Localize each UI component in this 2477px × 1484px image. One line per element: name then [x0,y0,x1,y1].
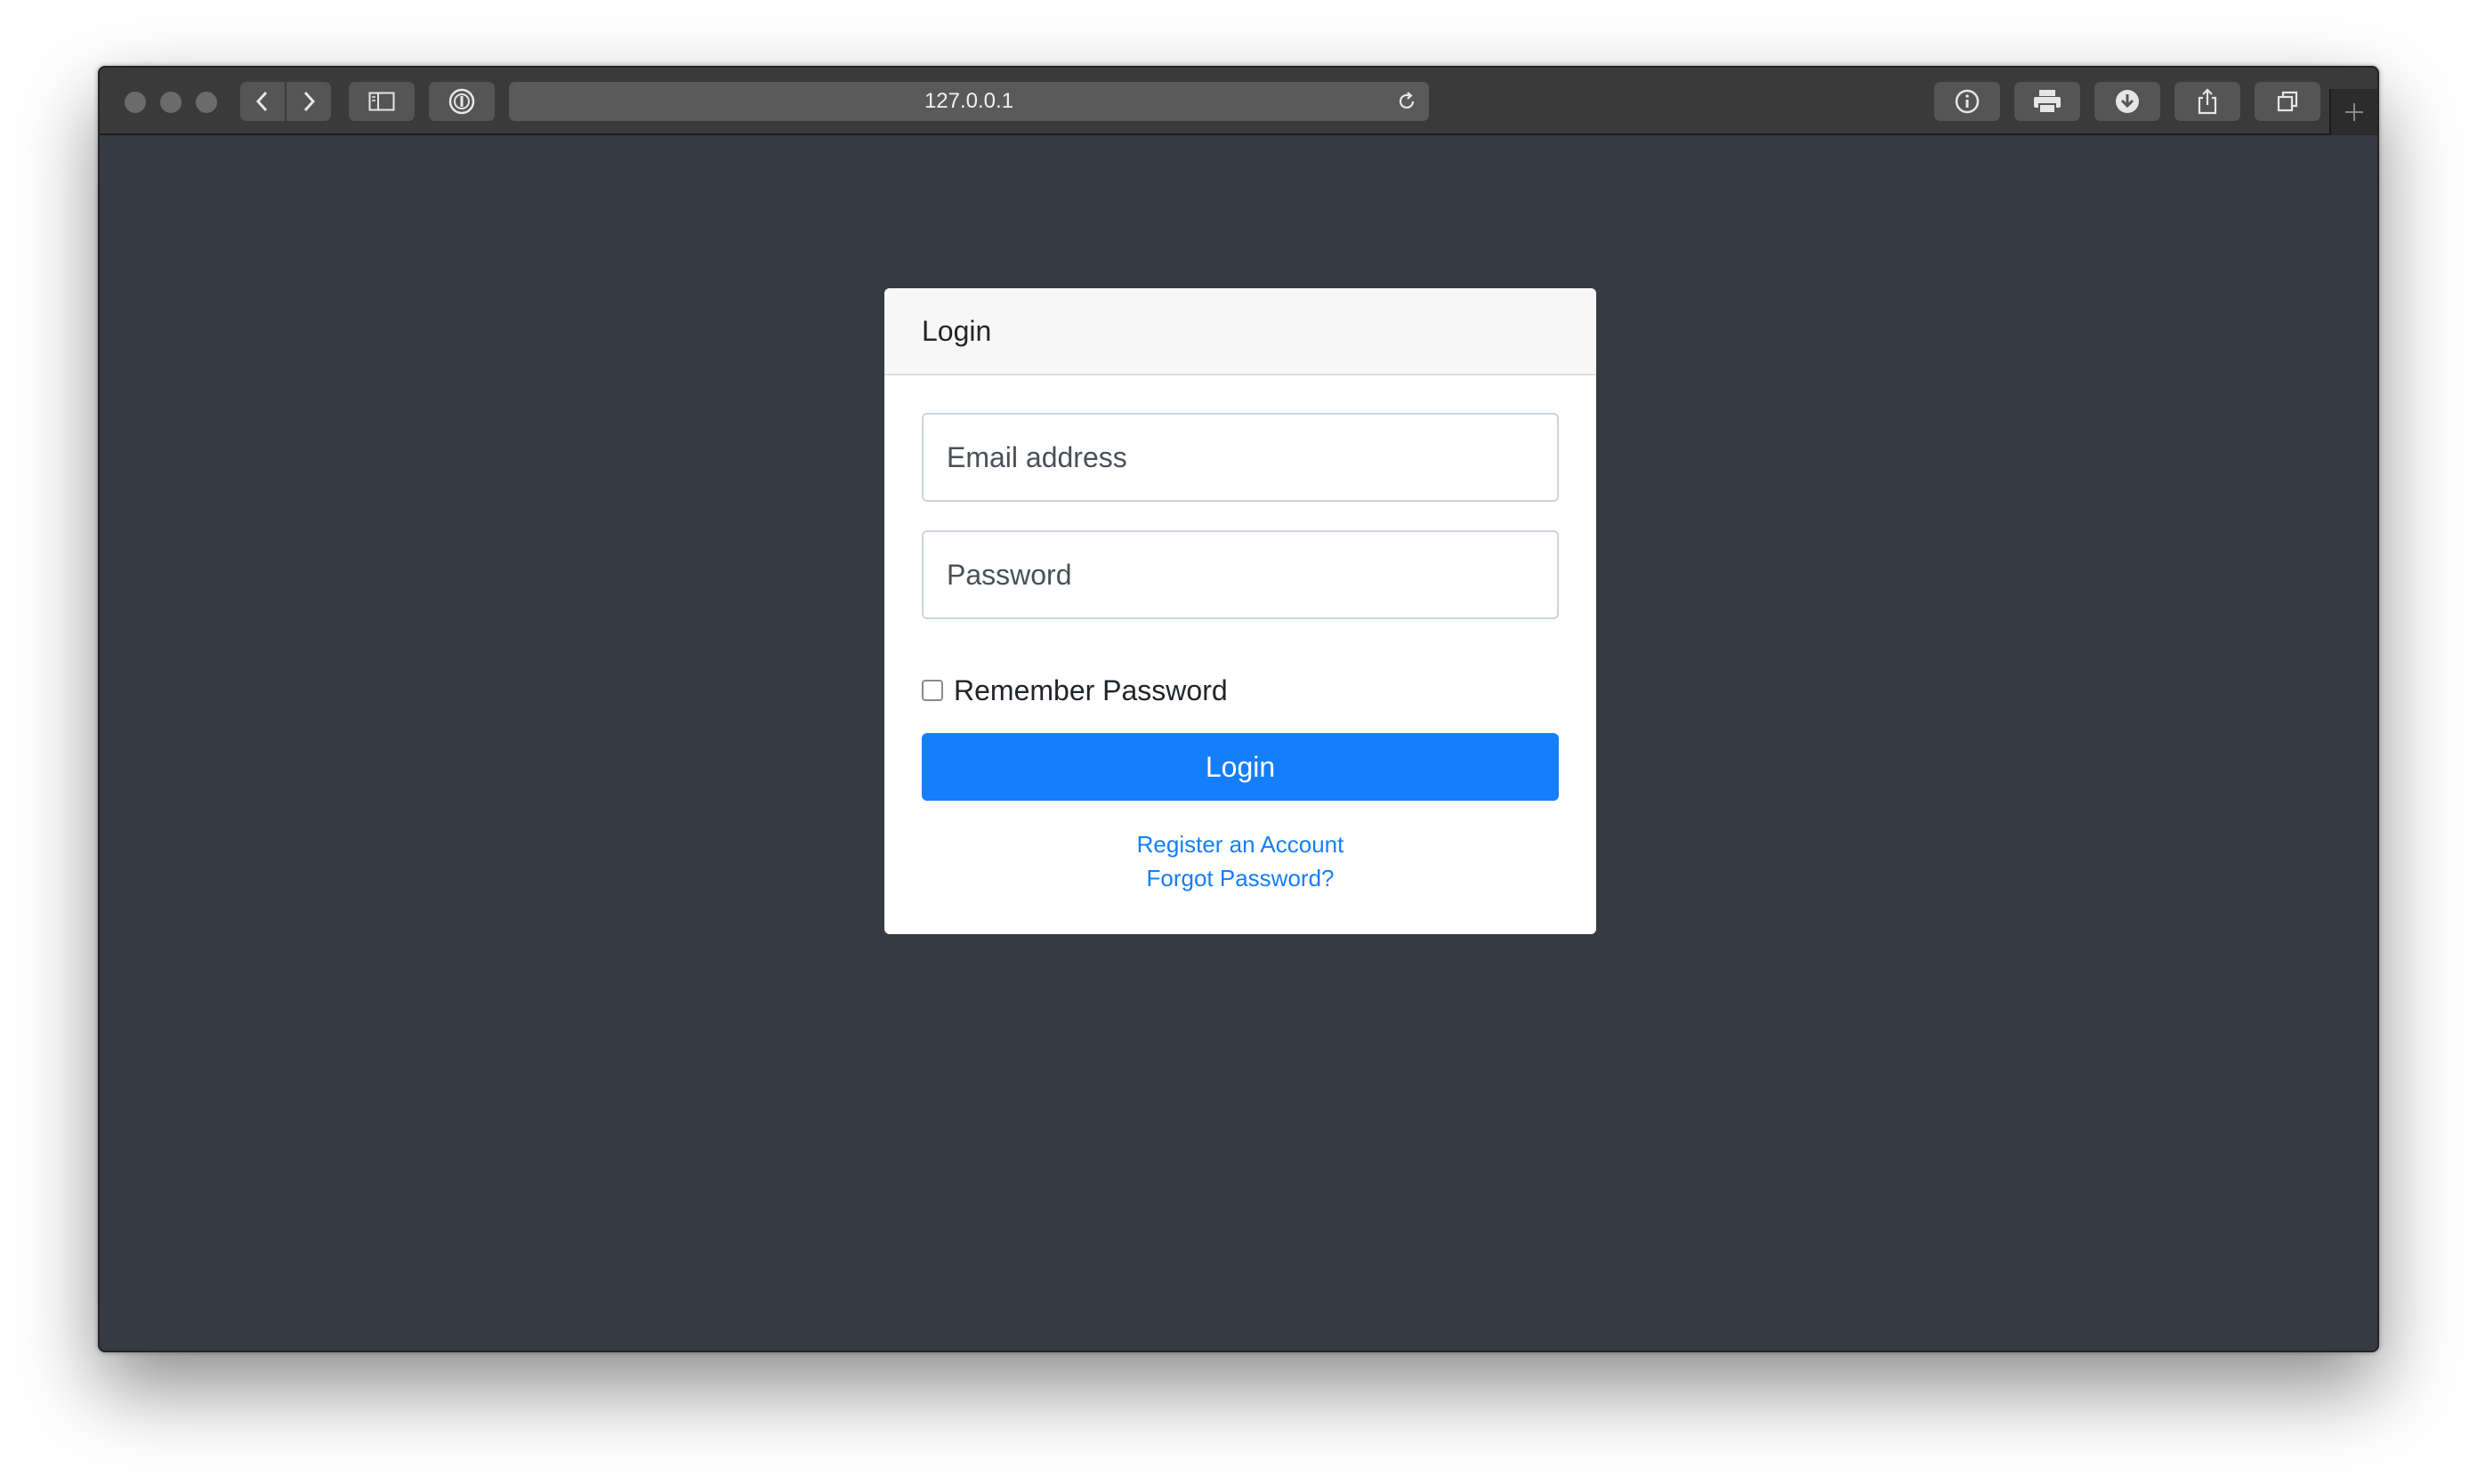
address-bar[interactable]: 127.0.0.1 [509,82,1429,121]
password-input[interactable] [922,530,1559,619]
browser-window: 127.0.0.1 Login Remember [98,66,2379,1352]
sidebar-button[interactable] [349,82,415,121]
remember-password-row[interactable]: Remember Password [922,673,1228,708]
download-icon [2116,90,2139,113]
remember-password-label[interactable]: Remember Password [954,674,1228,707]
register-link[interactable]: Register an Account [884,831,1596,859]
password-manager-icon [448,88,475,115]
info-button[interactable] [1934,82,2000,121]
share-icon [2198,88,2217,115]
page-content: Login Remember Password Login Register a… [100,135,2377,1351]
reload-icon[interactable] [1395,90,1418,113]
download-button[interactable] [2094,82,2160,121]
tabs-overview-button[interactable] [2255,82,2320,121]
password-manager-button[interactable] [429,82,495,121]
browser-toolbar: 127.0.0.1 [100,68,2377,135]
share-button[interactable] [2174,82,2240,121]
url-text: 127.0.0.1 [924,89,1014,113]
new-tab-button[interactable] [2329,89,2377,135]
back-button[interactable] [240,82,285,121]
chevron-right-icon [303,91,316,112]
zoom-window-button[interactable] [196,92,217,113]
close-window-button[interactable] [125,92,146,113]
print-button[interactable] [2014,82,2080,121]
login-button[interactable]: Login [922,733,1559,801]
plus-icon [2345,103,2363,121]
card-header: Login [884,288,1596,375]
remember-password-checkbox[interactable] [922,680,943,701]
minimize-window-button[interactable] [160,92,182,113]
info-icon [1955,89,1980,114]
print-icon [2034,90,2061,114]
login-card: Login Remember Password Login Register a… [884,288,1596,934]
forward-button[interactable] [286,82,331,121]
tabs-icon [2277,91,2298,112]
forgot-password-link[interactable]: Forgot Password? [884,865,1596,892]
chevron-left-icon [255,91,268,112]
email-input[interactable] [922,413,1559,502]
sidebar-icon [368,92,395,111]
